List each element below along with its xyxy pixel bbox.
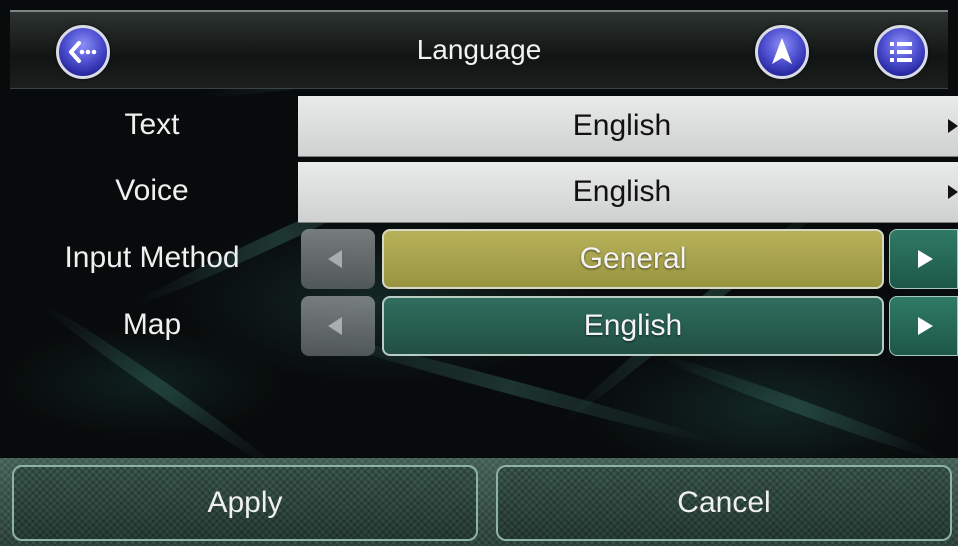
voice-language-field[interactable]: English xyxy=(298,162,958,223)
voice-language-label: Voice xyxy=(115,174,189,207)
footer-bar: Apply Cancel xyxy=(0,458,958,546)
navigation-arrow-icon xyxy=(772,38,792,64)
arrow-left-icon xyxy=(328,317,342,335)
input-method-prev-button[interactable] xyxy=(301,229,375,289)
text-language-label: Text xyxy=(124,108,180,141)
map-language-selector[interactable]: English xyxy=(382,296,884,356)
arrow-right-icon xyxy=(918,317,933,335)
back-button[interactable] xyxy=(56,25,110,79)
cancel-button[interactable]: Cancel xyxy=(496,465,952,541)
map-language-label: Map xyxy=(122,308,182,341)
header-bar: Language xyxy=(10,10,948,89)
map-language-next-button[interactable] xyxy=(889,296,958,356)
navigation-button[interactable] xyxy=(755,25,809,79)
input-method-label: Input Method xyxy=(64,241,240,274)
arrow-left-icon xyxy=(328,250,342,268)
text-language-field[interactable]: English xyxy=(298,96,958,157)
apply-button[interactable]: Apply xyxy=(12,465,478,541)
arrow-right-icon xyxy=(918,250,933,268)
menu-list-icon xyxy=(890,42,912,62)
input-method-next-button[interactable] xyxy=(889,229,958,289)
map-language-prev-button[interactable] xyxy=(301,296,375,356)
menu-button[interactable] xyxy=(874,25,928,79)
chevron-right-icon xyxy=(948,185,958,199)
background-leaf xyxy=(656,349,944,465)
voice-language-value: English xyxy=(572,175,672,208)
back-icon xyxy=(69,41,97,63)
input-method-value: General xyxy=(579,242,687,275)
chevron-right-icon xyxy=(948,119,958,133)
input-method-selector[interactable]: General xyxy=(382,229,884,289)
text-language-value: English xyxy=(572,109,672,142)
map-language-value: English xyxy=(583,309,683,342)
